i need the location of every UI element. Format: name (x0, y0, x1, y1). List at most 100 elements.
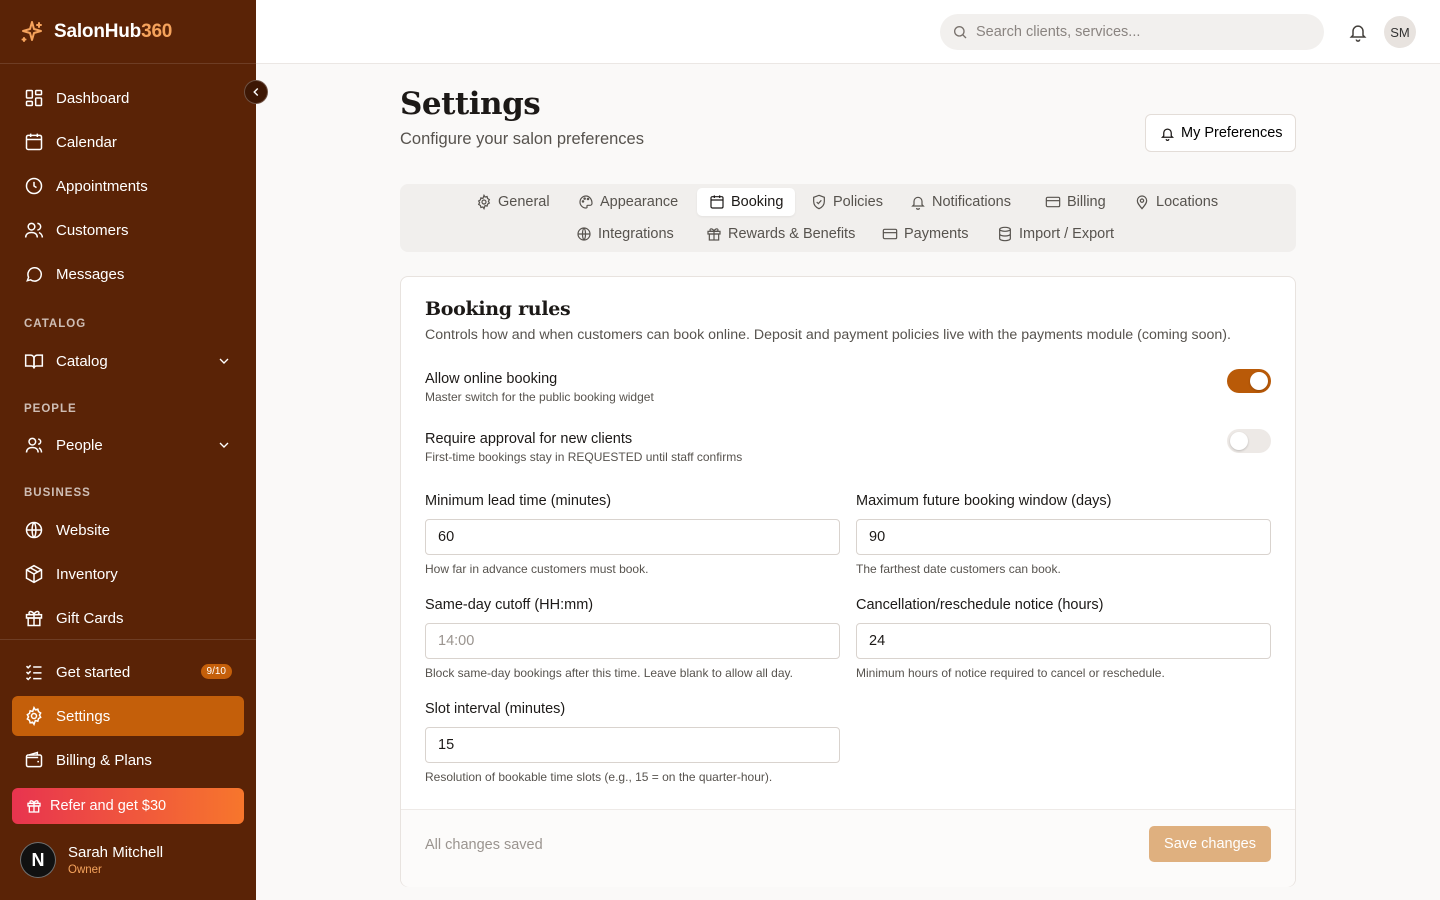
sidebar-item-inventory[interactable]: Inventory (12, 554, 244, 594)
section-label-catalog: CATALOG (24, 318, 87, 330)
tab-rewards[interactable]: Rewards & Benefits (694, 220, 867, 248)
tab-booking[interactable]: Booking (697, 188, 796, 216)
refer-banner-button[interactable]: Refer and get $30 (12, 788, 244, 824)
cutoff-help: Block same-day bookings after this time.… (425, 666, 793, 680)
slot-interval-input[interactable] (425, 727, 840, 763)
gift-icon (25, 610, 43, 627)
sidebar-item-label: Inventory (56, 565, 118, 583)
slot-interval-label: Slot interval (minutes) (425, 701, 566, 717)
sidebar-item-label: Customers (56, 221, 129, 239)
tab-label: Notifications (932, 194, 1011, 210)
max-window-input[interactable] (856, 519, 1271, 555)
shield-icon (813, 194, 825, 210)
sidebar-item-billing[interactable]: Billing & Plans (12, 740, 244, 780)
bell-icon (911, 196, 925, 210)
credit-card-icon (1045, 196, 1061, 208)
dashboard-icon (25, 89, 43, 107)
sparkle-logo-icon (21, 20, 42, 42)
main-nav: Dashboard Calendar Appointments Customer… (12, 78, 244, 298)
require-approval-toggle[interactable] (1227, 429, 1271, 453)
sidebar-item-catalog[interactable]: Catalog (12, 341, 244, 381)
tab-import-export[interactable]: Import / Export (985, 220, 1126, 248)
brand[interactable]: SalonHub360 (0, 0, 256, 64)
sidebar-item-label: Billing & Plans (56, 751, 152, 769)
gift-icon (707, 228, 721, 241)
tab-billing[interactable]: Billing (1033, 188, 1118, 216)
wallet-icon (25, 751, 43, 768)
my-preferences-button[interactable]: My Preferences (1145, 114, 1296, 152)
avatar: N (20, 842, 56, 878)
page-subtitle: Configure your salon preferences (400, 130, 644, 148)
chevron-left-icon (253, 87, 259, 97)
lead-time-input[interactable] (425, 519, 840, 555)
sidebar-item-customers[interactable]: Customers (12, 210, 244, 250)
max-window-help: The farthest date customers can book. (856, 562, 1061, 576)
sidebar: SalonHub360 Dashboard Calendar Appointme… (0, 0, 256, 900)
section-label-people: PEOPLE (24, 403, 77, 415)
calendar-icon (25, 133, 43, 151)
tab-label: Integrations (598, 226, 674, 242)
tab-label: Policies (833, 194, 883, 210)
tab-integrations[interactable]: Integrations (564, 220, 686, 248)
sidebar-item-label: Get started (56, 663, 131, 681)
allow-online-label: Allow online booking (425, 371, 558, 387)
sidebar-item-calendar[interactable]: Calendar (12, 122, 244, 162)
tab-payments[interactable]: Payments (870, 220, 980, 248)
sidebar-item-people[interactable]: People (12, 425, 244, 465)
cancel-notice-input[interactable] (856, 623, 1271, 659)
sidebar-item-messages[interactable]: Messages (12, 254, 244, 294)
save-changes-button[interactable]: Save changes (1149, 826, 1271, 862)
slot-interval-help: Resolution of bookable time slots (e.g.,… (425, 770, 773, 784)
search-bar[interactable] (940, 14, 1324, 50)
cutoff-label: Same-day cutoff (HH:mm) (425, 597, 594, 613)
allow-online-booking-toggle[interactable] (1227, 369, 1271, 393)
tab-label: Appearance (600, 194, 679, 210)
tab-appearance[interactable]: Appearance (566, 188, 690, 216)
topbar: SM (256, 0, 1440, 64)
sidebar-item-dashboard[interactable]: Dashboard (12, 78, 244, 118)
refer-label: Refer and get $30 (50, 798, 167, 814)
tab-label: Payments (904, 226, 969, 242)
tab-label: Rewards & Benefits (728, 226, 856, 242)
sidebar-item-get-started[interactable]: Get started 9/10 (12, 652, 244, 692)
sidebar-item-settings[interactable]: Settings (12, 696, 244, 736)
sidebar-item-website[interactable]: Website (12, 510, 244, 550)
globe-icon (25, 521, 43, 539)
gear-icon (26, 706, 42, 726)
gear-icon (477, 194, 491, 210)
cutoff-input[interactable] (425, 623, 840, 659)
card-description: Controls how and when customers can book… (425, 327, 1231, 343)
book-icon (24, 354, 44, 369)
tab-locations[interactable]: Locations (1122, 188, 1230, 216)
users-icon (24, 222, 44, 238)
user-profile[interactable]: N Sarah Mitchell Owner (20, 842, 163, 878)
tab-general[interactable]: General (464, 188, 562, 216)
search-input[interactable] (976, 24, 1296, 40)
search-icon (954, 26, 967, 39)
user-role: Owner (68, 864, 102, 876)
lead-time-help: How far in advance customers must book. (425, 562, 649, 576)
require-approval-label: Require approval for new clients (425, 431, 633, 447)
sidebar-item-appointments[interactable]: Appointments (12, 166, 244, 206)
toggle-knob (1250, 372, 1268, 390)
save-status: All changes saved (425, 837, 543, 853)
sidebar-collapse-button[interactable] (244, 80, 268, 104)
sidebar-item-gift-cards[interactable]: Gift Cards (12, 598, 244, 638)
settings-tabs: General Appearance Booking Policies Noti… (400, 184, 1296, 252)
tab-notifications[interactable]: Notifications (898, 188, 1023, 216)
sidebar-item-label: People (56, 436, 103, 454)
checklist-icon (25, 664, 42, 681)
calendar-icon (710, 195, 724, 209)
credit-card-icon (882, 228, 898, 240)
tab-label: Billing (1067, 194, 1106, 210)
chevron-down-icon (219, 442, 229, 448)
tab-label: Locations (1156, 194, 1219, 210)
card-footer: All changes saved Save changes (401, 809, 1295, 887)
notifications-bell-icon[interactable] (1348, 22, 1368, 42)
user-avatar-button[interactable]: SM (1384, 16, 1416, 48)
bell-icon (1160, 128, 1175, 141)
tab-label: Import / Export (1019, 226, 1115, 242)
map-pin-icon (1136, 195, 1148, 210)
sidebar-item-label: Catalog (56, 352, 108, 370)
tab-policies[interactable]: Policies (799, 188, 895, 216)
